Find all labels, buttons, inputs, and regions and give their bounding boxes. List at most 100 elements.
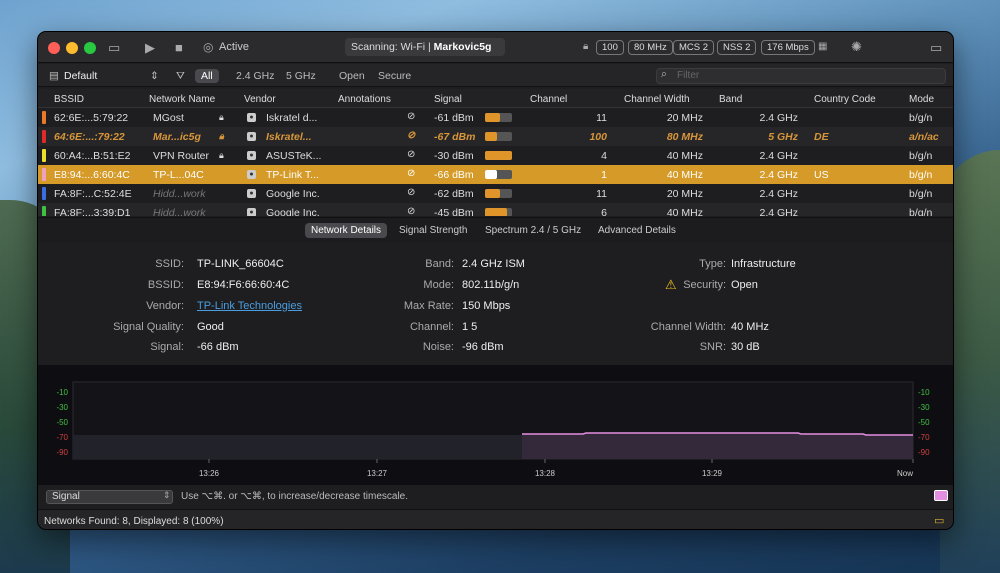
col-country-code[interactable]: Country Code (814, 94, 876, 105)
snr-value: 30 dB (731, 341, 760, 353)
y-tick-label: -30 (56, 403, 68, 412)
signal-bar-fill (485, 189, 500, 198)
quality-label: Signal Quality: (113, 321, 184, 333)
cell-channel-width: 20 MHz (666, 188, 703, 200)
col-channel-width[interactable]: Channel Width (624, 94, 690, 105)
cell-network-name: Hidd...work (153, 207, 206, 216)
play-icon[interactable]: ▶ (145, 40, 155, 56)
signal-bar-fill (485, 151, 512, 160)
table-row[interactable]: 60:A4:...B:51:E2 VPN Router 🔒︎ ● ASUSTeK... ⊘… (38, 146, 953, 165)
graph-metric-select[interactable]: Signal (46, 490, 173, 504)
cell-mode: b/g/n (909, 169, 933, 181)
cell-vendor: Google Inc. (266, 207, 320, 216)
y-tick-label: -30 (918, 403, 930, 412)
filter-5ghz[interactable]: 5 GHz (286, 70, 316, 82)
cell-band: 2.4 GHz (759, 188, 798, 200)
filter-secure[interactable]: Secure (378, 70, 411, 82)
annotation-icon[interactable]: ⊘ (407, 149, 415, 160)
lock-icon: 🔒︎ (219, 131, 224, 141)
col-vendor[interactable]: Vendor (244, 94, 276, 105)
bssid-label: BSSID: (147, 279, 184, 291)
filter-icon[interactable]: ⛛ (176, 70, 185, 83)
cell-mode: b/g/n (909, 207, 933, 216)
signal-graph-svg: -10 -30 -50 -70 -90 -10 -30 -50 -70 -90 13:26 13:27… (56, 381, 930, 478)
cell-bssid: 62:6E:...5:79:22 (54, 112, 129, 124)
pill-mcs: MCS 2 (673, 40, 715, 55)
cell-bssid: 60:A4:...B:51:E2 (54, 150, 131, 162)
vendor-icon: ● (247, 208, 256, 216)
annotation-icon[interactable]: ⊘ (407, 111, 415, 122)
cell-vendor: Iskratel... (266, 131, 312, 143)
x-tick-label: 13:27 (367, 469, 388, 478)
chevron-updown-icon[interactable]: ⇕ (163, 490, 171, 501)
annotation-icon[interactable]: ⊘ (407, 187, 415, 198)
active-indicator-icon: ◎ (203, 40, 214, 54)
chevron-updown-icon[interactable]: ⇕ (150, 70, 159, 82)
cell-band: 5 GHz (768, 131, 798, 143)
signal-bar (485, 113, 512, 122)
inspector-toggle-icon[interactable]: ▭ (930, 40, 942, 56)
table-row[interactable]: FA:8F:...3:39:D1 Hidd...work ● Google Inc. ⊘… (38, 203, 953, 216)
tab-network-details[interactable]: Network Details (305, 223, 388, 238)
cell-mode: b/g/n (909, 112, 933, 124)
sidebar-toggle-icon[interactable]: ▭ (108, 40, 120, 56)
table-row[interactable]: 62:6E:...5:79:22 MGost 🔒︎ ● Iskratel d... ⊘ -6… (38, 108, 953, 127)
table-row[interactable]: 64:6E:...:79:22 Mar...ic5g 🔒︎ ● Iskratel... ⊘… (38, 127, 953, 146)
filter-24ghz[interactable]: 2.4 GHz (236, 70, 275, 82)
cell-network-name: TP-L...04C (153, 169, 204, 181)
filter-all[interactable]: All (195, 69, 219, 83)
legend-swatch-icon[interactable] (934, 490, 948, 501)
color-tag (42, 130, 46, 143)
col-bssid[interactable]: BSSID (54, 94, 84, 105)
cell-channel: 6 (601, 207, 607, 216)
pill-signal: 100 (596, 40, 624, 55)
col-signal[interactable]: Signal (434, 94, 462, 105)
filter-open[interactable]: Open (339, 70, 365, 82)
calendar-icon: ▤ (49, 70, 59, 82)
cell-network-name: VPN Router (153, 150, 210, 162)
annotation-icon[interactable]: ⊘ (407, 130, 415, 141)
vendor-link[interactable]: TP-Link Technologies (197, 300, 302, 312)
channel-value: 1 5 (462, 321, 478, 333)
col-annotations[interactable]: Annotations (338, 94, 391, 105)
tab-signal-strength[interactable]: Signal Strength (399, 225, 467, 236)
signal-bar (485, 208, 512, 216)
col-band[interactable]: Band (719, 94, 742, 105)
rate-value: 150 Mbps (462, 300, 511, 312)
tab-spectrum[interactable]: Spectrum 2.4 / 5 GHz (485, 225, 581, 236)
network-details-panel: SSID: TP-LINK_66604C BSSID: E8:94:F6:66:… (38, 243, 953, 363)
col-network-name[interactable]: Network Name (149, 94, 215, 105)
scan-prefix: Scanning: Wi-Fi | (351, 41, 434, 53)
scan-status: Scanning: Wi-Fi | Markovic5g (345, 38, 505, 56)
y-tick-label: -50 (918, 418, 930, 427)
display-icon[interactable]: ▭ (934, 514, 944, 527)
signal-graph: -10 -30 -50 -70 -90 -10 -30 -50 -70 -90 13:26 13:27… (38, 365, 953, 485)
profile-select[interactable]: Default (64, 70, 97, 82)
channel-label: Channel: (409, 321, 454, 333)
noise-value: -96 dBm (462, 341, 504, 353)
table-row[interactable]: E8:94:...6:60:4C TP-L...04C ● TP-Link T... ⊘… (38, 165, 953, 184)
networks-found: Networks Found: 8, Displayed: 8 (100%) (44, 516, 224, 527)
col-channel[interactable]: Channel (530, 94, 567, 105)
vendor-icon: ● (247, 113, 256, 122)
zoom-window-button[interactable] (84, 42, 96, 54)
search-input[interactable]: Filter (656, 68, 946, 84)
col-mode[interactable]: Mode (909, 94, 934, 105)
table-row[interactable]: FA:8F:...C:52:4E Hidd...work ● Google Inc. ⊘… (38, 184, 953, 203)
mode-label: Mode: (423, 279, 454, 291)
signal-bar-fill (485, 132, 498, 141)
minimize-window-button[interactable] (66, 42, 78, 54)
cell-signal: -45 dBm (434, 207, 474, 216)
vendor-icon: ● (247, 151, 256, 160)
signal-bar-fill (485, 113, 500, 122)
color-tag (42, 187, 46, 200)
tab-advanced-details[interactable]: Advanced Details (598, 225, 676, 236)
close-window-button[interactable] (48, 42, 60, 54)
y-tick-label: -70 (918, 433, 930, 442)
stop-icon[interactable]: ■ (175, 40, 183, 55)
spinner-icon: ✺ (851, 39, 862, 54)
annotation-icon[interactable]: ⊘ (407, 168, 415, 179)
cell-bssid: 64:6E:...:79:22 (54, 131, 125, 143)
signal-bar (485, 170, 512, 179)
annotation-icon[interactable]: ⊘ (407, 206, 415, 216)
